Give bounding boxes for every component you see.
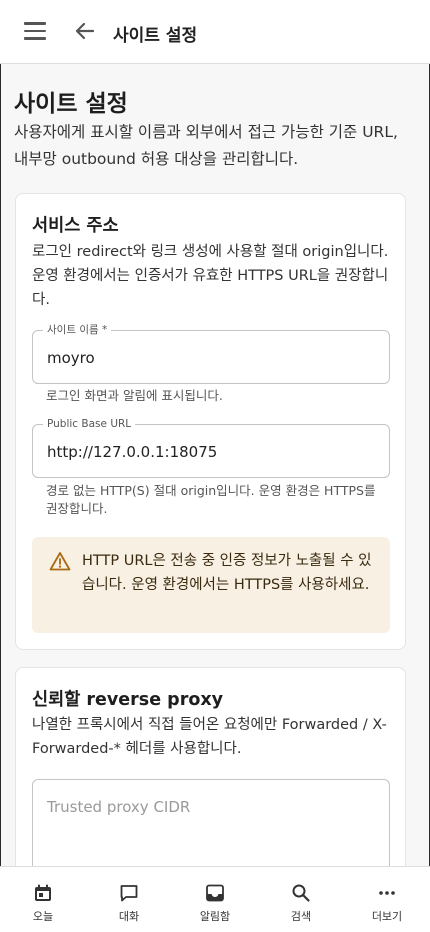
hamburger-menu-icon[interactable] bbox=[24, 22, 46, 40]
nav-label-more: 더보기 bbox=[371, 910, 403, 923]
nav-item-chat[interactable]: 대화 bbox=[86, 867, 172, 932]
public-base-url-field[interactable]: Public Base URL http://127.0.0.1:18075 bbox=[32, 417, 390, 478]
reverse-proxy-card: 신뢰할 reverse proxy 나열한 프록시에서 직접 들어온 요청에만 … bbox=[15, 667, 406, 866]
bottom-navigation: 오늘 대화 알림함 검색 더보기 bbox=[0, 866, 430, 932]
site-name-label: 사이트 이름 * bbox=[43, 323, 112, 337]
chat-bubble-icon bbox=[120, 885, 138, 902]
site-name-value[interactable]: moyro bbox=[47, 349, 95, 367]
more-dots-icon bbox=[379, 891, 395, 895]
public-base-url-helper: 경로 없는 HTTP(S) 절대 origin입니다. 운영 환경은 HTTPS… bbox=[46, 483, 376, 516]
site-name-field[interactable]: 사이트 이름 * moyro bbox=[32, 323, 390, 384]
trusted-proxy-cidr-field[interactable]: Trusted proxy CIDR bbox=[32, 779, 390, 866]
service-address-card: 서비스 주소 로그인 redirect와 링크 생성에 사용할 절대 origi… bbox=[15, 193, 406, 650]
app-bar: 사이트 설정 bbox=[0, 0, 430, 64]
proxy-card-description: 나열한 프록시에서 직접 들어온 요청에만 Forwarded / X-Forw… bbox=[32, 717, 387, 757]
site-name-helper: 로그인 화면과 알림에 표시됩니다. bbox=[46, 388, 223, 403]
trusted-proxy-cidr-placeholder: Trusted proxy CIDR bbox=[47, 798, 191, 816]
arrow-left-icon[interactable] bbox=[74, 20, 96, 42]
page-title: 사이트 설정 bbox=[14, 91, 128, 117]
service-card-title: 서비스 주소 bbox=[32, 216, 119, 236]
service-card-description: 로그인 redirect와 링크 생성에 사용할 절대 origin입니다. 운… bbox=[32, 244, 389, 308]
nav-item-more[interactable]: 더보기 bbox=[344, 867, 430, 932]
app-bar-title: 사이트 설정 bbox=[113, 26, 198, 46]
nav-item-search[interactable]: 검색 bbox=[258, 867, 344, 932]
main-content[interactable]: 사이트 설정 사용자에게 표시할 이름과 외부에서 접근 가능한 기준 URL,… bbox=[0, 64, 430, 866]
public-base-url-value[interactable]: http://127.0.0.1:18075 bbox=[47, 443, 217, 461]
nav-label-today: 오늘 bbox=[32, 910, 54, 923]
inbox-icon bbox=[206, 884, 224, 902]
proxy-card-title: 신뢰할 reverse proxy bbox=[32, 690, 224, 710]
http-warning-alert: HTTP URL은 전송 중 인증 정보가 노출될 수 있습니다. 운영 환경에… bbox=[32, 537, 390, 633]
nav-label-inbox: 알림함 bbox=[199, 910, 231, 923]
calendar-icon bbox=[35, 884, 51, 901]
nav-label-chat: 대화 bbox=[118, 910, 140, 923]
nav-label-search: 검색 bbox=[290, 910, 312, 923]
search-icon bbox=[292, 884, 310, 902]
warning-text: HTTP URL은 전송 중 인증 정보가 노출될 수 있습니다. 운영 환경에… bbox=[82, 553, 372, 593]
warning-triangle-icon bbox=[49, 551, 71, 571]
public-base-url-label: Public Base URL bbox=[43, 417, 136, 431]
page-description: 사용자에게 표시할 이름과 외부에서 접근 가능한 기준 URL, 내부망 ou… bbox=[14, 123, 398, 168]
nav-item-inbox[interactable]: 알림함 bbox=[172, 867, 258, 932]
nav-item-today[interactable]: 오늘 bbox=[0, 867, 86, 932]
